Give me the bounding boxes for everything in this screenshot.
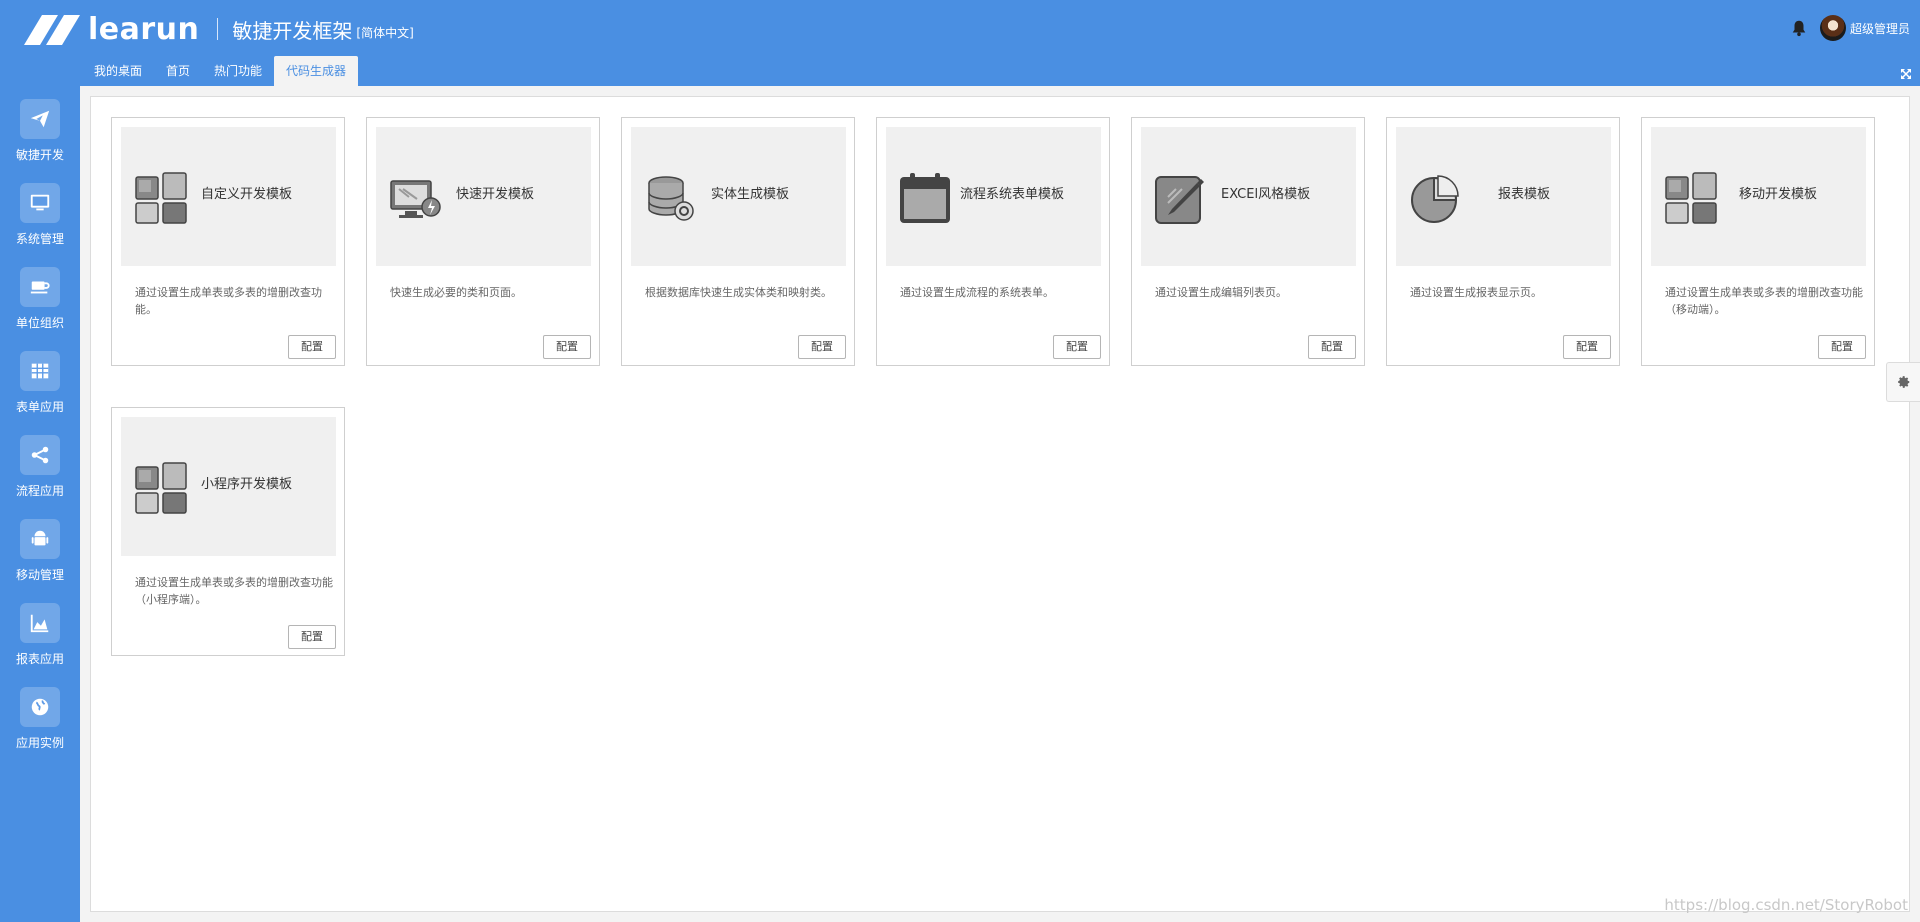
sidebar: 敏捷开发 系统管理 单位组织 表单应用 流程应用 移动管理 报表应用 应用实例 [0,86,80,922]
sidebar-item-label: 流程应用 [15,484,64,498]
card-title: 快速开发模板 [456,187,535,202]
avatar[interactable] [1819,15,1846,41]
configure-button[interactable]: 配置 [288,335,336,359]
sidebar-item-system[interactable]: 系统管理 [0,170,80,254]
tab-bar: 我的桌面 首页 热门功能 代码生成器 [82,56,359,86]
configure-button[interactable]: 配置 [1053,335,1101,359]
card-header[interactable]: 小程序开发模板 [121,417,336,556]
sidebar-item-label: 表单应用 [15,400,64,414]
sidebar-item-label: 应用实例 [15,736,64,750]
card-title: 自定义开发模板 [201,187,293,202]
watermark: https://blog.csdn.net/StoryRobot [1664,896,1908,914]
card-description: 通过设置生成单表或多表的增删改查功能（小程序端）。 [135,576,333,606]
card-title: 流程系统表单模板 [960,187,1065,202]
sidebar-item-mobile[interactable]: 移动管理 [0,506,80,590]
paper-plane-icon [20,99,60,139]
configure-button[interactable]: 配置 [543,335,591,359]
template-card-excel-style: EXCEl风格模板 通过设置生成编辑列表页。 配置 [1131,117,1365,366]
bell-icon[interactable] [1790,19,1808,37]
configure-button[interactable]: 配置 [1563,335,1611,359]
logo-mark-icon [20,13,82,45]
globe-icon [20,687,60,727]
sidebar-item-label: 单位组织 [15,316,64,330]
calendar-icon [898,171,952,225]
card-title: 小程序开发模板 [201,477,293,492]
template-card-workflow-form: 流程系统表单模板 通过设置生成流程的系统表单。 配置 [876,117,1110,366]
card-title: EXCEl风格模板 [1221,187,1311,202]
sidebar-item-reports[interactable]: 报表应用 [0,590,80,674]
sidebar-item-workflow[interactable]: 流程应用 [0,422,80,506]
android-icon [20,519,60,559]
card-header[interactable]: 报表模板 [1396,127,1611,266]
card-description: 通过设置生成单表或多表的增删改查功能（移动端）。 [1665,286,1863,316]
template-card-mobile-dev: 移动开发模板 通过设置生成单表或多表的增删改查功能（移动端）。 配置 [1641,117,1875,366]
template-card-report: 报表模板 通过设置生成报表显示页。 配置 [1386,117,1620,366]
card-header[interactable]: 流程系统表单模板 [886,127,1101,266]
user-name[interactable]: 超级管理员 [1850,20,1910,37]
table-icon [20,351,60,391]
product-subtitle: 敏捷开发框架 [232,18,353,43]
area-chart-icon [20,603,60,643]
language-switch[interactable]: [简体中文] [356,24,413,41]
configure-button[interactable]: 配置 [288,625,336,649]
card-header[interactable]: 移动开发模板 [1651,127,1866,266]
tab-home[interactable]: 首页 [154,56,202,86]
template-card-mini-program: 小程序开发模板 通过设置生成单表或多表的增删改查功能（小程序端）。 配置 [111,407,345,656]
monitor-lightning-icon [389,171,443,225]
card-description: 根据数据库快速生成实体类和映射类。 [645,286,832,299]
tiles-icon [134,461,188,515]
configure-button[interactable]: 配置 [798,335,846,359]
pie-chart-icon [1409,171,1463,225]
logo[interactable]: learun 敏捷开发框架 [简体中文] [20,11,414,47]
sidebar-item-forms[interactable]: 表单应用 [0,338,80,422]
tiles-icon [134,171,188,225]
card-description: 通过设置生成报表显示页。 [1410,286,1542,299]
user-area: 超级管理员 [1790,14,1910,42]
configure-button[interactable]: 配置 [1308,335,1356,359]
share-icon [20,435,60,475]
card-title: 报表模板 [1498,187,1551,202]
edit-icon [1154,171,1208,225]
card-description: 通过设置生成流程的系统表单。 [900,286,1054,299]
sidebar-item-examples[interactable]: 应用实例 [0,674,80,758]
template-card-entity: 实体生成模板 根据数据库快速生成实体类和映射类。 配置 [621,117,855,366]
card-description: 通过设置生成编辑列表页。 [1155,286,1287,299]
template-card-custom-dev: 自定义开发模板 通过设置生成单表或多表的增删改查功能。 配置 [111,117,345,366]
monitor-icon [20,183,60,223]
sidebar-item-label: 移动管理 [15,568,64,582]
tab-hot-features[interactable]: 热门功能 [202,56,274,86]
sidebar-item-label: 系统管理 [15,232,64,246]
card-description: 通过设置生成单表或多表的增删改查功能。 [135,286,322,316]
logo-divider [217,18,219,40]
configure-button[interactable]: 配置 [1818,335,1866,359]
card-title: 移动开发模板 [1739,187,1818,202]
template-card-quick-dev: 快速开发模板 快速生成必要的类和页面。 配置 [366,117,600,366]
card-description: 快速生成必要的类和页面。 [390,286,522,299]
card-title: 实体生成模板 [711,187,790,202]
fullscreen-icon[interactable] [1900,68,1912,80]
sidebar-item-agile-dev[interactable]: 敏捷开发 [0,86,80,170]
brand-name: learun [88,11,200,47]
tab-code-generator[interactable]: 代码生成器 [274,56,359,86]
card-header[interactable]: EXCEl风格模板 [1141,127,1356,266]
settings-drawer-toggle[interactable] [1886,362,1920,402]
card-header[interactable]: 实体生成模板 [631,127,846,266]
database-icon [644,171,698,225]
card-header[interactable]: 自定义开发模板 [121,127,336,266]
sidebar-item-label: 报表应用 [15,652,64,666]
gear-icon [1897,376,1909,388]
top-bar: learun 敏捷开发框架 [简体中文] 超级管理员 我的桌面 首页 热门功能 … [0,0,1920,86]
tiles-icon [1664,171,1718,225]
code-generator-panel: 自定义开发模板 通过设置生成单表或多表的增删改查功能。 配置 快速开发模板 快速… [90,96,1910,912]
tab-my-desktop[interactable]: 我的桌面 [82,56,154,86]
coffee-icon [20,267,60,307]
sidebar-item-organization[interactable]: 单位组织 [0,254,80,338]
sidebar-item-label: 敏捷开发 [15,148,64,162]
card-header[interactable]: 快速开发模板 [376,127,591,266]
